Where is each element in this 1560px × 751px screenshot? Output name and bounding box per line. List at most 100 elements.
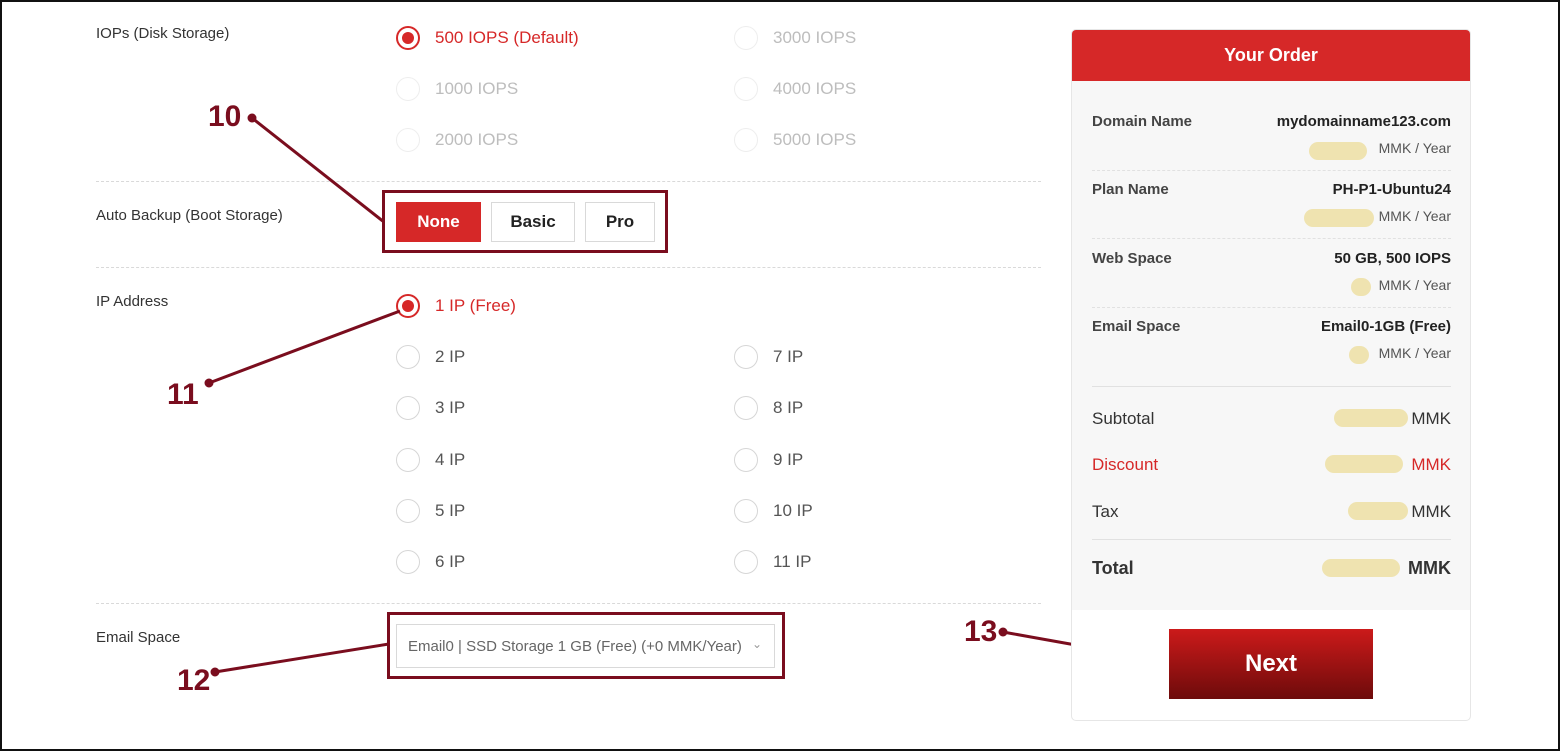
radio-icon	[734, 499, 758, 523]
annotation-number-13: 13	[964, 615, 998, 648]
order-title: Your Order	[1072, 30, 1470, 81]
iops-option-5000[interactable]: 5000 IOPS	[734, 127, 856, 153]
ip-option-3[interactable]: 3 IP	[396, 395, 465, 421]
iops-option-label: 500 IOPS (Default)	[435, 28, 579, 47]
order-item-value: 50 GB, 500 IOPS	[1334, 250, 1451, 267]
iops-option-500[interactable]: 500 IOPS (Default)	[396, 25, 579, 51]
ip-option-9[interactable]: 9 IP	[734, 447, 803, 473]
annotation-box-12	[387, 612, 785, 679]
order-item-value: mydomainname123.com	[1276, 113, 1451, 130]
subtotal-label: Subtotal	[1092, 409, 1155, 428]
ip-option-label: 10 IP	[773, 501, 813, 520]
order-item-price: MMK / Year	[1378, 208, 1451, 224]
ip-option-2[interactable]: 2 IP	[396, 344, 465, 370]
redacted-amount	[1334, 409, 1408, 427]
redacted-amount	[1304, 209, 1374, 227]
total-label: Total	[1092, 558, 1134, 578]
radio-icon	[734, 77, 758, 101]
order-item-divider	[1092, 307, 1451, 308]
ip-option-10[interactable]: 10 IP	[734, 498, 813, 524]
ip-option-11[interactable]: 11 IP	[734, 549, 811, 575]
order-divider	[1092, 539, 1451, 540]
tax-label: Tax	[1092, 502, 1119, 521]
redacted-amount	[1351, 278, 1371, 296]
ip-option-label: 9 IP	[773, 450, 804, 469]
radio-icon	[734, 448, 758, 472]
ip-option-label: 5 IP	[435, 501, 466, 520]
iops-option-label: 4000 IOPS	[773, 79, 857, 98]
iops-option-3000[interactable]: 3000 IOPS	[734, 25, 856, 51]
ip-option-label: 6 IP	[435, 552, 466, 571]
iops-option-label: 3000 IOPS	[773, 28, 857, 47]
annotation-number-10: 10	[208, 100, 242, 133]
radio-icon	[734, 26, 758, 50]
order-item-key: Domain Name	[1092, 113, 1193, 130]
radio-checked-icon	[396, 294, 420, 318]
backup-label: Auto Backup (Boot Storage)	[96, 207, 283, 224]
radio-icon	[396, 499, 420, 523]
subtotal-value: MMK	[1411, 409, 1451, 428]
order-item-price: MMK / Year	[1378, 277, 1451, 293]
ip-option-4[interactable]: 4 IP	[396, 447, 465, 473]
total-value: MMK	[1408, 558, 1451, 578]
iops-label: IOPs (Disk Storage)	[96, 25, 230, 42]
order-item-key: Plan Name	[1092, 181, 1169, 198]
section-divider	[96, 603, 1041, 604]
order-item-key: Web Space	[1092, 250, 1172, 267]
radio-checked-icon	[396, 26, 420, 50]
ip-option-label: 3 IP	[435, 398, 466, 417]
iops-option-label: 5000 IOPS	[773, 130, 857, 149]
radio-icon	[396, 77, 420, 101]
redacted-amount	[1348, 502, 1408, 520]
ip-option-5[interactable]: 5 IP	[396, 498, 465, 524]
annotation-number-12: 12	[177, 664, 211, 697]
iops-option-1000[interactable]: 1000 IOPS	[396, 76, 518, 102]
radio-icon	[396, 550, 420, 574]
order-summary-card: Your Order Domain Name mydomainname123.c…	[1071, 29, 1471, 721]
email-label: Email Space	[96, 629, 181, 646]
radio-icon	[396, 128, 420, 152]
order-body: Domain Name mydomainname123.com MMK / Ye…	[1072, 81, 1470, 610]
tax-value: MMK	[1411, 502, 1451, 521]
section-divider	[96, 267, 1041, 268]
radio-icon	[396, 345, 420, 369]
order-item-key: Email Space	[1092, 318, 1181, 335]
redacted-amount	[1322, 559, 1400, 577]
ip-option-label: 4 IP	[435, 450, 466, 469]
redacted-amount	[1325, 455, 1403, 473]
radio-icon	[396, 448, 420, 472]
order-item-price: MMK / Year	[1378, 345, 1451, 361]
ip-option-label: 8 IP	[773, 398, 804, 417]
next-button[interactable]: Next	[1169, 629, 1373, 699]
ip-option-7[interactable]: 7 IP	[734, 344, 803, 370]
ip-option-label: 1 IP (Free)	[435, 296, 516, 315]
redacted-amount	[1309, 142, 1367, 160]
iops-option-label: 2000 IOPS	[435, 130, 519, 149]
ip-option-label: 2 IP	[435, 347, 466, 366]
discount-value: MMK	[1411, 455, 1451, 474]
annotation-box-10	[382, 190, 668, 253]
ip-option-1[interactable]: 1 IP (Free)	[396, 293, 516, 319]
section-divider	[96, 181, 1041, 182]
order-item-value: PH-P1-Ubuntu24	[1332, 181, 1451, 198]
order-item-divider	[1092, 170, 1451, 171]
order-divider	[1092, 386, 1451, 387]
iops-option-2000[interactable]: 2000 IOPS	[396, 127, 518, 153]
ip-option-label: 11 IP	[773, 552, 812, 571]
order-item-divider	[1092, 238, 1451, 239]
order-item-value: Email0-1GB (Free)	[1320, 318, 1451, 335]
radio-icon	[734, 345, 758, 369]
ip-option-label: 7 IP	[773, 347, 804, 366]
order-item-price: MMK / Year	[1378, 140, 1451, 156]
radio-icon	[734, 550, 758, 574]
ip-option-8[interactable]: 8 IP	[734, 395, 803, 421]
iops-option-4000[interactable]: 4000 IOPS	[734, 76, 856, 102]
discount-label: Discount	[1092, 455, 1159, 474]
annotation-number-11: 11	[167, 378, 199, 411]
iops-option-label: 1000 IOPS	[435, 79, 519, 98]
radio-icon	[734, 396, 758, 420]
ip-option-6[interactable]: 6 IP	[396, 549, 465, 575]
radio-icon	[396, 396, 420, 420]
ip-label: IP Address	[96, 293, 169, 310]
redacted-amount	[1349, 346, 1369, 364]
